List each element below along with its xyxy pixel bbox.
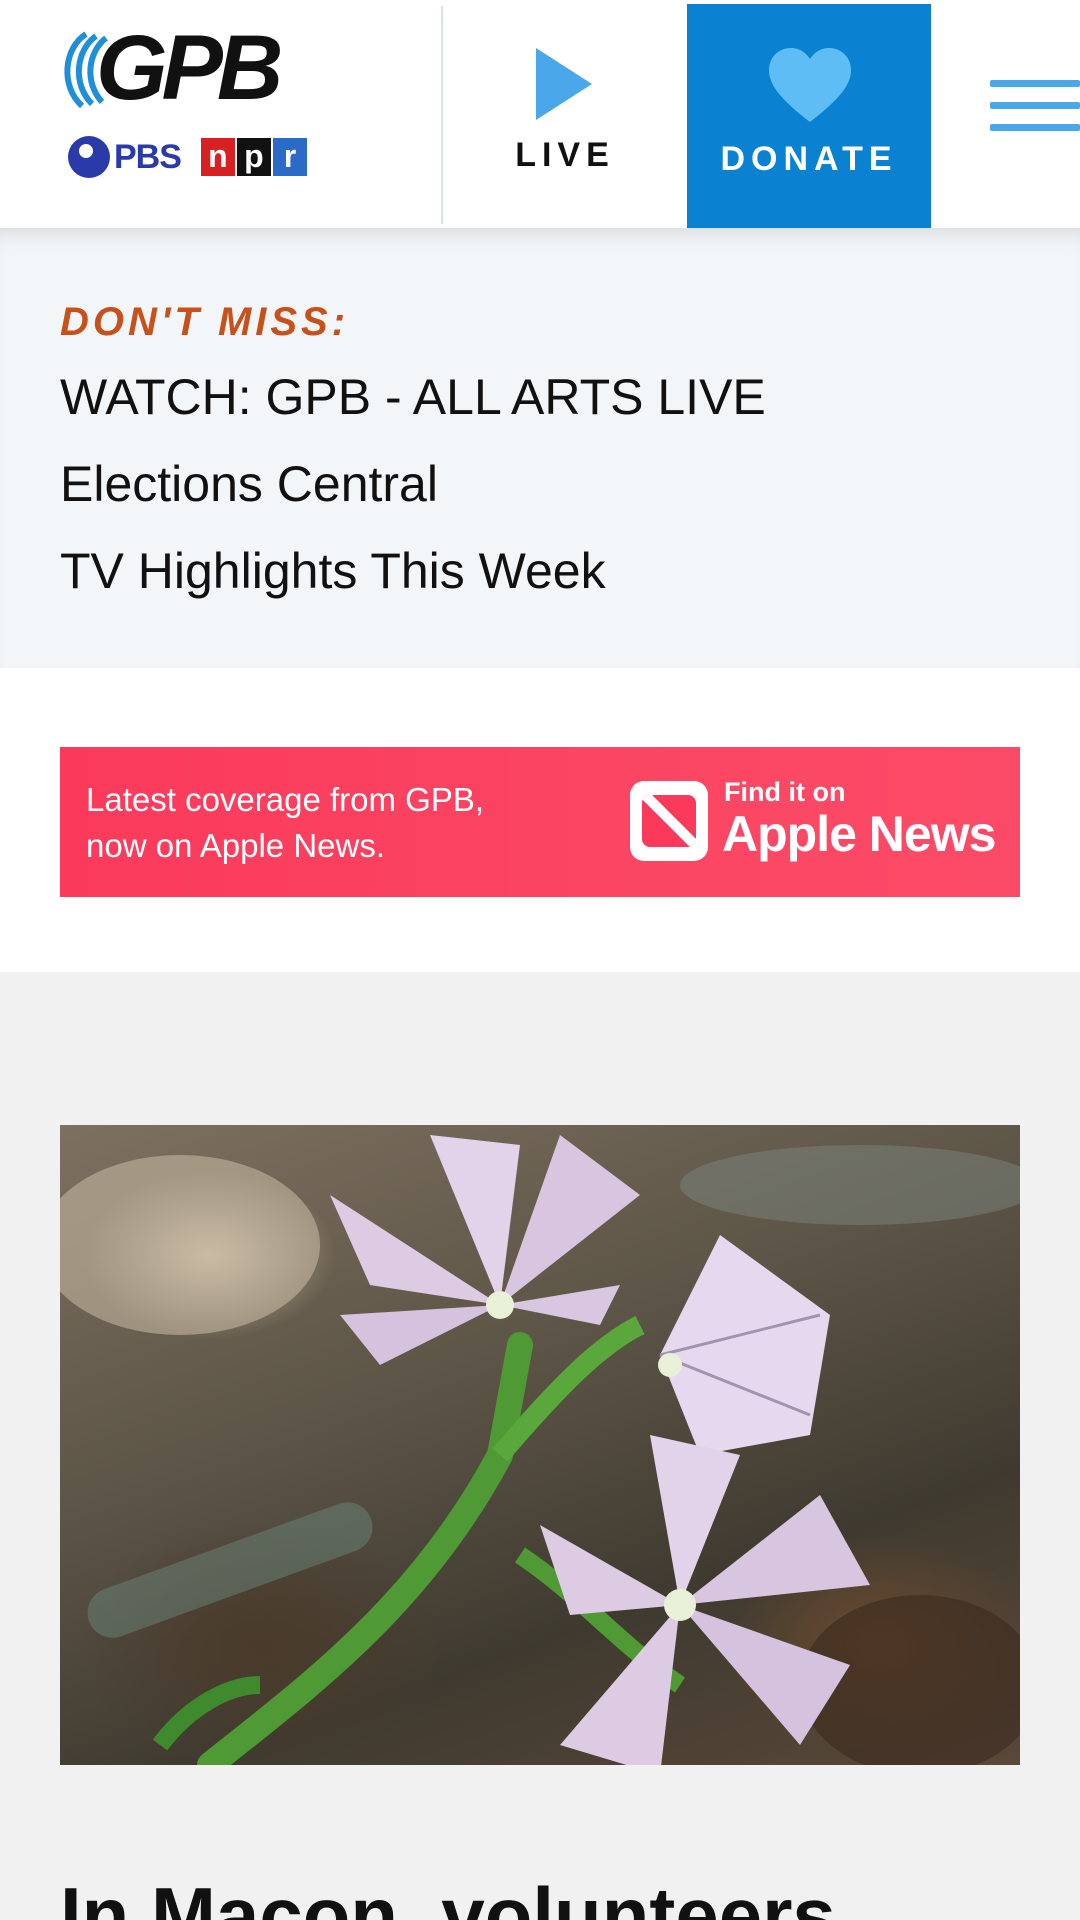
menu-line-icon bbox=[990, 80, 1080, 87]
flower-illustration bbox=[60, 1135, 1020, 1765]
featured-story: In Macon, volunteers bbox=[0, 972, 1080, 1920]
gpb-logo[interactable]: GPB PBS n p r bbox=[58, 22, 309, 186]
apple-news-icon bbox=[630, 781, 708, 861]
apple-news-label: Apple News bbox=[722, 806, 996, 862]
apple-news-text-line1: Latest coverage from GPB, bbox=[86, 781, 485, 818]
donate-button[interactable]: DONATE bbox=[687, 4, 931, 228]
npr-letter-r: r bbox=[272, 138, 307, 176]
menu-line-icon bbox=[990, 124, 1080, 131]
find-it-on-label: Find it on bbox=[724, 777, 846, 807]
pbs-logo: PBS bbox=[68, 136, 182, 178]
story-headline[interactable]: In Macon, volunteers bbox=[60, 1870, 836, 1920]
story-image[interactable] bbox=[60, 1125, 1020, 1765]
apple-news-text-line2: now on Apple News. bbox=[86, 827, 386, 864]
site-header: GPB PBS n p r LIVE DONATE bbox=[0, 0, 1080, 228]
live-label: LIVE bbox=[515, 136, 615, 174]
play-icon bbox=[536, 48, 592, 120]
dont-miss-link-elections-central[interactable]: Elections Central bbox=[60, 455, 438, 513]
npr-letter-p: p bbox=[236, 138, 271, 176]
apple-news-banner-text: Latest coverage from GPB, now on Apple N… bbox=[86, 777, 556, 869]
dont-miss-section: DON'T MISS: WATCH: GPB - ALL ARTS LIVE E… bbox=[0, 228, 1080, 668]
live-button[interactable]: LIVE bbox=[470, 0, 690, 228]
menu-line-icon bbox=[990, 102, 1080, 109]
dont-miss-link-all-arts-live[interactable]: WATCH: GPB - ALL ARTS LIVE bbox=[60, 368, 766, 426]
npr-logo: n p r bbox=[200, 138, 309, 176]
apple-news-banner[interactable]: Latest coverage from GPB, now on Apple N… bbox=[60, 747, 1020, 897]
npr-letter-n: n bbox=[200, 138, 235, 176]
pbs-head-icon bbox=[68, 136, 110, 178]
partner-logos: PBS n p r bbox=[68, 136, 309, 178]
header-divider bbox=[441, 6, 443, 224]
dont-miss-link-tv-highlights[interactable]: TV Highlights This Week bbox=[60, 542, 606, 600]
hamburger-menu-button[interactable] bbox=[990, 80, 1080, 140]
dont-miss-heading: DON'T MISS: bbox=[60, 300, 350, 344]
heart-icon bbox=[769, 48, 851, 122]
gpb-wordmark: GPB bbox=[96, 17, 283, 119]
pbs-wordmark: PBS bbox=[114, 137, 182, 176]
donate-label: DONATE bbox=[720, 140, 898, 178]
